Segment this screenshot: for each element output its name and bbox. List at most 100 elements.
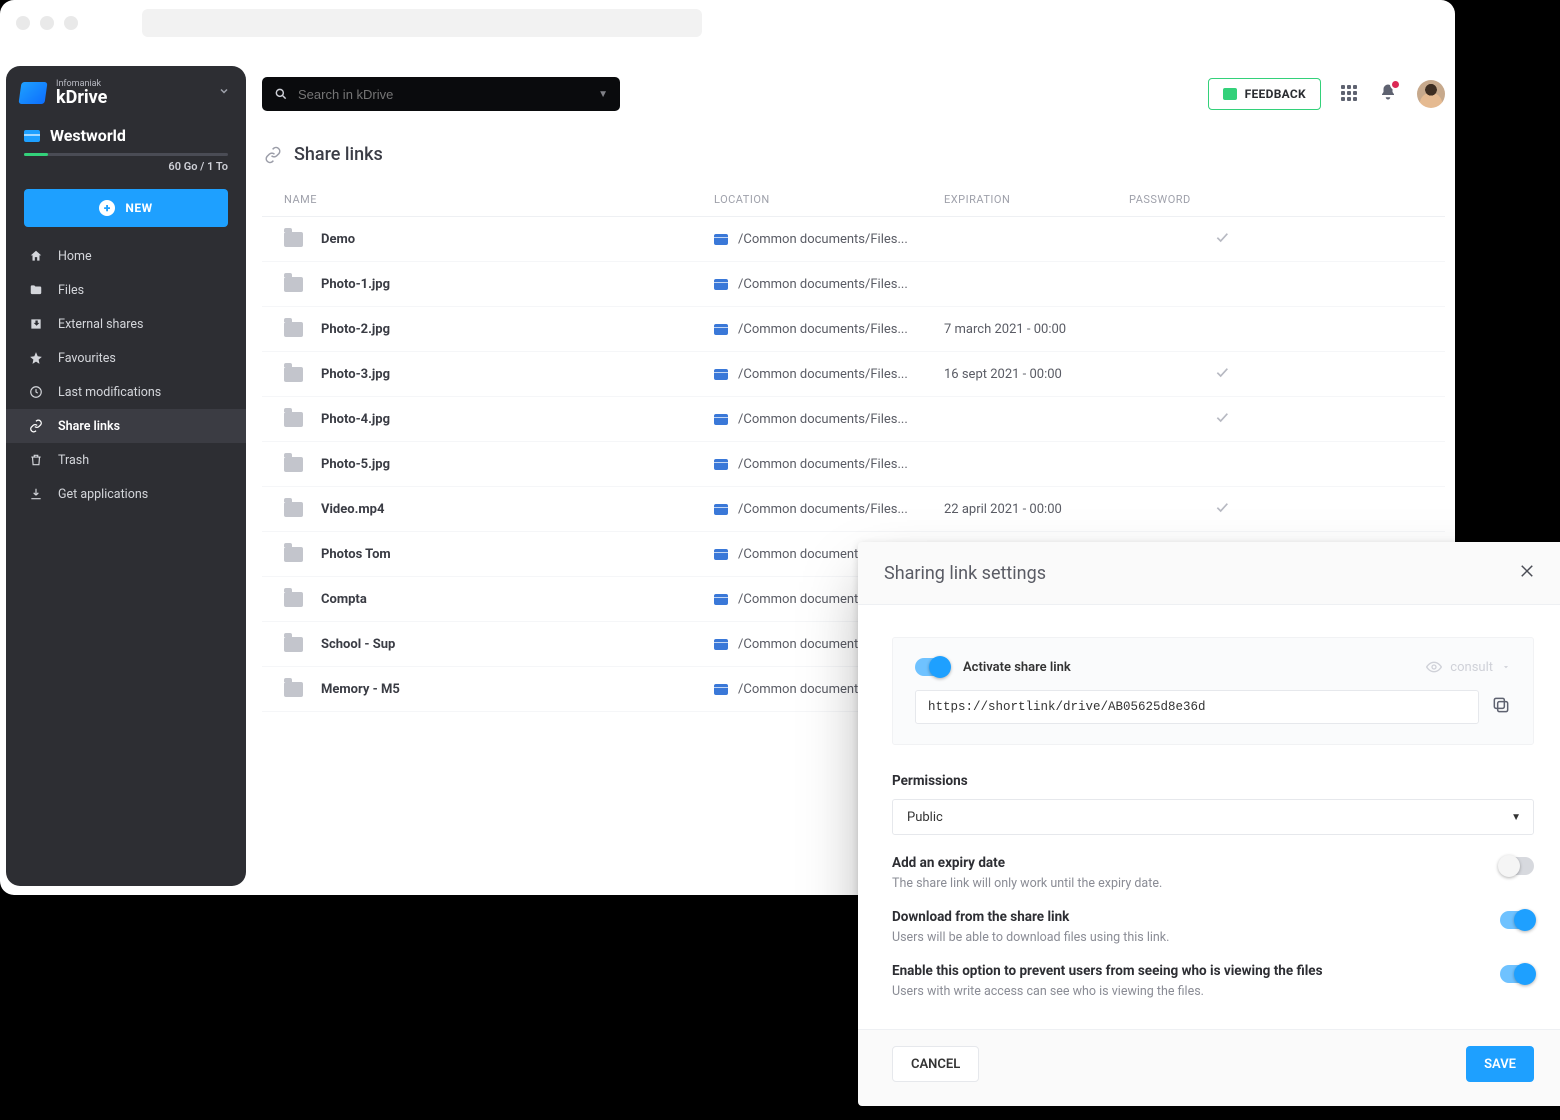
folder-icon (284, 412, 303, 427)
search-icon (274, 87, 288, 101)
new-button-label: NEW (125, 201, 152, 215)
sidebar-item-last-modifications[interactable]: Last modifications (6, 375, 246, 409)
brand-name: kDrive (56, 89, 107, 107)
sidebar-item-trash[interactable]: Trash (6, 443, 246, 477)
option-toggle[interactable] (1500, 857, 1534, 875)
table-row[interactable]: Photo-2.jpg /Common documents/Files... 7… (262, 307, 1445, 352)
permissions-value: Public (907, 810, 943, 825)
drive-selector[interactable]: Westworld 60 Go / 1 To (6, 120, 246, 183)
link-icon (264, 146, 282, 164)
drive-icon (24, 130, 40, 142)
folder-icon (28, 283, 44, 297)
feedback-button[interactable]: FEEDBACK (1208, 78, 1321, 110)
sidebar-item-label: Get applications (58, 487, 148, 502)
sidebar-item-share-links[interactable]: Share links (6, 409, 246, 443)
save-button[interactable]: SAVE (1466, 1046, 1534, 1082)
table-row[interactable]: Photo-5.jpg /Common documents/Files... (262, 442, 1445, 487)
brand-block[interactable]: Infomaniak kDrive (6, 66, 246, 120)
share-url-field[interactable]: https://shortlink/drive/AB05625d8e36d (915, 690, 1479, 724)
traffic-light (16, 16, 30, 30)
drive-name: Westworld (50, 126, 126, 145)
row-location: /Common documents/Files... (738, 277, 908, 292)
option-title: Add an expiry date (892, 855, 1480, 871)
caret-down-icon (1501, 662, 1511, 672)
search-box[interactable]: ▼ (262, 77, 620, 111)
col-location: LOCATION (714, 193, 944, 206)
home-icon (28, 249, 44, 263)
star-icon (28, 351, 44, 365)
option-toggle[interactable] (1500, 965, 1534, 983)
row-name: Memory - M5 (321, 682, 400, 697)
permissions-select[interactable]: Public ▼ (892, 799, 1534, 835)
caret-down-icon[interactable]: ▼ (598, 89, 608, 100)
browser-tabbar (0, 0, 1455, 46)
search-input[interactable] (298, 87, 588, 102)
row-location: /Common documents/Files... (738, 502, 908, 517)
folder-icon (284, 457, 303, 472)
clock-icon (28, 385, 44, 399)
row-name: Photo-5.jpg (321, 457, 390, 472)
table-row[interactable]: Demo /Common documents/Files... (262, 217, 1445, 262)
sidebar-item-files[interactable]: Files (6, 273, 246, 307)
page-title-block: Share links (264, 144, 1445, 165)
cancel-button[interactable]: CANCEL (892, 1046, 979, 1082)
sidebar-item-label: Home (58, 249, 92, 264)
apps-grid-icon[interactable] (1341, 85, 1359, 103)
copy-icon (1491, 695, 1511, 715)
table-row[interactable]: Photo-3.jpg /Common documents/Files... 1… (262, 352, 1445, 397)
option-toggle[interactable] (1500, 911, 1534, 929)
drive-icon (714, 639, 728, 650)
drive-icon (714, 594, 728, 605)
new-button[interactable]: + NEW (24, 189, 228, 227)
chevron-down-icon[interactable] (218, 85, 230, 101)
col-name: NAME (284, 193, 714, 206)
row-location: /Common documents/Files... (738, 457, 908, 472)
drive-icon (714, 549, 728, 560)
sidebar-item-label: Trash (58, 453, 89, 468)
dialog-option: Download from the share link Users will … (858, 909, 1560, 963)
sidebar-item-home[interactable]: Home (6, 239, 246, 273)
row-name: Photo-1.jpg (321, 277, 390, 292)
drive-icon (714, 504, 728, 515)
consult-label: consult (1450, 660, 1493, 675)
notification-badge (1390, 79, 1401, 90)
row-name: Photo-4.jpg (321, 412, 390, 427)
caret-down-icon: ▼ (1511, 812, 1521, 823)
activate-toggle[interactable] (915, 658, 949, 676)
user-avatar[interactable] (1417, 80, 1445, 108)
sidebar-item-favourites[interactable]: Favourites (6, 341, 246, 375)
folder-icon (284, 682, 303, 697)
close-icon (1518, 562, 1536, 580)
dialog-title: Sharing link settings (884, 563, 1046, 584)
browser-urlbar[interactable] (142, 9, 702, 37)
sidebar-item-get-applications[interactable]: Get applications (6, 477, 246, 511)
sidebar-item-label: Share links (58, 419, 120, 434)
row-location: /Common documents/Files... (738, 412, 908, 427)
notifications-button[interactable] (1379, 83, 1397, 105)
copy-button[interactable] (1491, 695, 1511, 719)
incoming-icon (28, 317, 44, 331)
row-location: /Common documents/Files... (738, 232, 908, 247)
table-row[interactable]: Photo-1.jpg /Common documents/Files... (262, 262, 1445, 307)
row-expiration: 7 march 2021 - 00:00 (944, 322, 1129, 337)
row-location: /Common documents/Files... (738, 367, 908, 382)
sidebar-item-label: Last modifications (58, 385, 161, 400)
close-button[interactable] (1512, 556, 1542, 590)
download-icon (28, 487, 44, 501)
consult-dropdown[interactable]: consult (1426, 659, 1511, 675)
row-expiration: 16 sept 2021 - 00:00 (944, 367, 1129, 382)
activate-label: Activate share link (963, 660, 1071, 675)
drive-icon (714, 234, 728, 245)
table-header: NAME LOCATION EXPIRATION PASSWORD (262, 183, 1445, 217)
sharing-link-dialog: Sharing link settings Activate share lin… (858, 542, 1560, 1106)
sidebar-item-external-shares[interactable]: External shares (6, 307, 246, 341)
row-name: Compta (321, 592, 367, 607)
dialog-header: Sharing link settings (858, 542, 1560, 604)
row-password (1129, 229, 1314, 249)
table-row[interactable]: Video.mp4 /Common documents/Files... 22 … (262, 487, 1445, 532)
dialog-footer: CANCEL SAVE (858, 1030, 1560, 1106)
quota-bar (24, 153, 228, 156)
sidebar-item-label: Favourites (58, 351, 116, 366)
sidebar-nav: Home FilesExternal shares Favourites Last m… (6, 239, 246, 511)
table-row[interactable]: Photo-4.jpg /Common documents/Files... (262, 397, 1445, 442)
